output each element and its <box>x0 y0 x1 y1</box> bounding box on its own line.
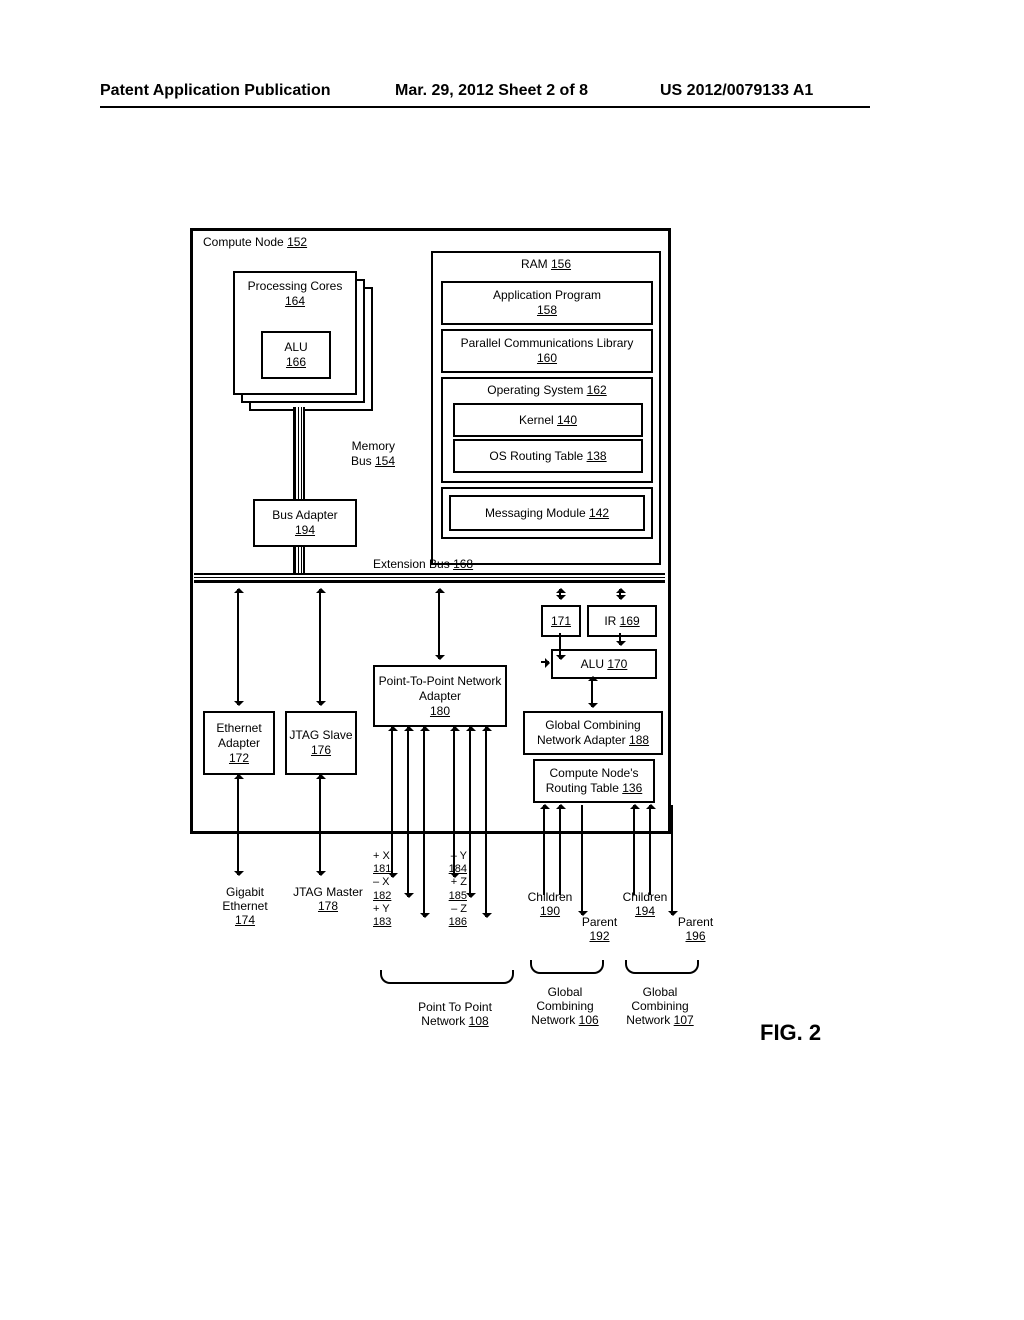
arrow-extbus-p2p <box>438 589 440 659</box>
arrow-gcn1-c2 <box>559 805 561 895</box>
ethernet-adapter-box: Ethernet Adapter 172 <box>203 711 275 775</box>
arrow-extbus-eth <box>237 589 239 705</box>
arrow-extbus-jtag <box>319 589 321 705</box>
figure-label: FIG. 2 <box>760 1020 821 1046</box>
extension-bus-label: Extension Bus 168 <box>373 557 473 572</box>
arrow-gcn2-c2 <box>649 805 651 895</box>
brace-gcn1 <box>530 960 604 974</box>
alu-170-box: ALU 170 <box>551 649 657 679</box>
arrow-171-down <box>559 633 561 659</box>
jtag-master-label: JTAG Master 178 <box>288 885 368 913</box>
arrow-alu170-gcna <box>591 677 593 707</box>
arrow-extbus-ir <box>619 589 621 599</box>
direction-labels: + X– Y 181184 – X+ Z 182185 + Y– Z 18318… <box>365 850 475 929</box>
alu-box: ALU 166 <box>261 331 331 379</box>
bus-adapter-box: Bus Adapter 194 <box>253 499 357 547</box>
arrow-p2p-6 <box>485 727 487 917</box>
header-left: Patent Application Publication <box>100 82 331 100</box>
diagram-area: Compute Node 152 Processing Cores 164 AL… <box>190 228 670 828</box>
ram-box: RAM 156 Application Program 158 Parallel… <box>431 251 661 565</box>
compute-node-title: Compute Node 152 <box>203 235 307 250</box>
arrow-jtag-out <box>319 775 321 875</box>
ram-title: RAM 156 <box>433 257 659 272</box>
memory-bus-lower <box>293 543 305 573</box>
arrow-extbus-171 <box>559 589 561 599</box>
brace-gcn2 <box>625 960 699 974</box>
arrow-gcn2-c1 <box>633 805 635 895</box>
parent-1-label: Parent 192 <box>572 915 627 943</box>
processing-cores-stack: Processing Cores 164 ALU 166 <box>233 271 363 401</box>
brace-p2p <box>380 970 514 984</box>
extension-bus <box>194 573 665 583</box>
application-program-box: Application Program 158 <box>441 281 653 325</box>
operating-system-title: Operating System 162 <box>443 383 651 398</box>
memory-bus-label: Memory Bus 154 <box>305 439 395 469</box>
gcn-2-label: Global Combining Network 107 <box>615 985 705 1027</box>
header-center: Mar. 29, 2012 Sheet 2 of 8 <box>395 82 588 100</box>
header-rule <box>100 106 870 108</box>
jtag-slave-box: JTAG Slave 176 <box>285 711 357 775</box>
arrow-ir-alu170 <box>619 633 621 645</box>
messaging-module-box: Messaging Module 142 <box>449 495 645 531</box>
os-routing-table-box: OS Routing Table 138 <box>453 439 643 473</box>
memory-bus <box>293 407 305 499</box>
gigabit-ethernet-label: Gigabit Ethernet 174 <box>205 885 285 927</box>
children-1-label: Children 190 <box>520 890 580 918</box>
children-2-label: Children 194 <box>615 890 675 918</box>
global-combining-adapter-box: Global Combining Network Adapter 188 <box>523 711 663 755</box>
messaging-module-outer: Messaging Module 142 <box>441 487 653 539</box>
arrow-gcn1-c1 <box>543 805 545 895</box>
arrow-gcn1-p <box>581 805 583 915</box>
p2p-adapter-box: Point-To-Point Network Adapter 180 <box>373 665 507 727</box>
kernel-box: Kernel 140 <box>453 403 643 437</box>
p2p-network-label: Point To Point Network 108 <box>395 1000 515 1028</box>
gcn-1-label: Global Combining Network 106 <box>520 985 610 1027</box>
compute-node-box: Compute Node 152 Processing Cores 164 AL… <box>190 228 671 834</box>
node-routing-table-box: Compute Node's Routing Table 136 <box>533 759 655 803</box>
arrow-eth-out <box>237 775 239 875</box>
page: Patent Application Publication Mar. 29, … <box>0 0 1024 1320</box>
header-right: US 2012/0079133 A1 <box>660 82 813 100</box>
parallel-comm-library-box: Parallel Communications Library 160 <box>441 329 653 373</box>
parent-2-label: Parent 196 <box>668 915 723 943</box>
arrow-171-alu170 <box>541 661 549 663</box>
operating-system-box: Operating System 162 Kernel 140 OS Routi… <box>441 377 653 483</box>
processing-cores-label: Processing Cores 164 <box>235 279 355 309</box>
